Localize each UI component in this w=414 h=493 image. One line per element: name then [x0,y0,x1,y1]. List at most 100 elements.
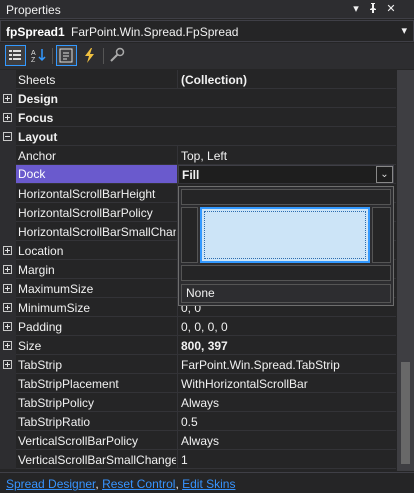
category-row[interactable]: Design [0,89,396,108]
expand-icon[interactable] [3,322,12,331]
row-gutter [0,450,16,469]
property-row[interactable]: VerticalScrollBarPolicy Always [0,431,396,450]
property-name: Size [18,339,42,353]
property-row[interactable]: TabStripRatio 0.5 [0,412,396,431]
expand-icon[interactable] [3,303,12,312]
dock-top-option[interactable] [181,189,391,205]
property-row[interactable]: Dock Fill ⌄ [0,165,396,184]
spread-designer-link[interactable]: Spread Designer [6,477,95,491]
scrollbar-thumb[interactable] [401,362,410,464]
events-icon[interactable] [79,45,100,66]
collapse-icon[interactable] [3,132,12,141]
edit-skins-link[interactable]: Edit Skins [182,477,235,491]
properties-icon[interactable] [56,45,77,66]
expand-icon[interactable] [3,360,12,369]
property-row[interactable]: TabStripPlacement WithHorizontalScrollBar [0,374,396,393]
column-divider [177,393,178,412]
property-value[interactable]: 0.5 [181,415,393,429]
property-name: Design [18,92,59,106]
property-row[interactable]: Anchor Top, Left [0,146,396,165]
property-value[interactable]: 1 [181,453,393,467]
property-name: Anchor [18,149,57,163]
property-name: Margin [18,263,55,277]
row-gutter [0,146,16,165]
column-divider [177,431,178,450]
property-value[interactable]: WithHorizontalScrollBar [181,377,393,391]
property-name: Padding [18,320,63,334]
chevron-down-icon[interactable]: ▾ [401,24,407,37]
dock-fill-option[interactable] [200,207,370,263]
svg-text:Z: Z [31,57,36,64]
property-row[interactable]: VerticalScrollBarSmallChange 1 [0,450,396,469]
column-divider [177,317,178,336]
expand-icon[interactable] [3,265,12,274]
category-row[interactable]: Layout [0,127,396,146]
window-title: Properties [6,3,61,17]
dock-left-option[interactable] [181,207,198,263]
column-divider [177,450,178,469]
dock-bottom-option[interactable] [181,265,391,281]
column-divider [177,146,178,165]
expand-icon[interactable] [3,246,12,255]
dock-value-field[interactable]: Fill [178,165,394,184]
property-pages-icon[interactable] [107,45,128,66]
property-name: MaximumSize [18,282,94,296]
property-value[interactable]: (Collection) [181,73,393,87]
expand-icon[interactable] [3,94,12,103]
column-divider [177,355,178,374]
row-gutter [0,203,16,222]
commands-pane: Spread Designer, Reset Control, Edit Ski… [0,472,414,493]
property-row[interactable]: Sheets (Collection) [0,70,396,89]
alphabetical-icon[interactable]: A Z [28,45,49,66]
reset-control-link[interactable]: Reset Control [102,477,175,491]
categorized-icon[interactable] [5,45,26,66]
property-value[interactable]: 800, 397 [181,339,393,353]
property-row[interactable]: Padding 0, 0, 0, 0 [0,317,396,336]
property-value[interactable]: Always [181,434,393,448]
property-value[interactable]: Top, Left [181,149,393,163]
column-divider [177,336,178,355]
property-name: VerticalScrollBarPolicy [18,434,139,448]
expand-icon[interactable] [3,113,12,122]
row-divider [16,468,396,469]
property-row[interactable]: TabStripPolicy Always [0,393,396,412]
svg-text:A: A [31,50,36,57]
property-value[interactable]: Always [181,396,393,410]
column-divider [177,70,178,89]
object-selector[interactable]: fpSpread1 FarPoint.Win.Spread.FpSpread ▾ [0,20,414,42]
property-name: TabStrip [18,358,63,372]
chevron-down-icon[interactable]: ⌄ [376,166,393,183]
property-row[interactable]: Size 800, 397 [0,336,396,355]
dock-editor-popup: None [178,186,394,306]
toolbar-separator [52,48,53,64]
category-row[interactable]: Focus [0,108,396,127]
property-name: TabStripPolicy [18,396,95,410]
row-gutter [0,393,16,412]
property-value[interactable]: FarPoint.Win.Spread.TabStrip [181,358,393,372]
row-gutter [0,374,16,393]
pin-icon[interactable] [366,2,380,16]
dropdown-arrow-icon[interactable]: ▾ [349,2,363,16]
property-value[interactable]: 0, 0, 0, 0 [181,320,393,334]
property-name: MinimumSize [18,301,91,315]
row-gutter [0,165,16,184]
dock-none-option[interactable]: None [181,284,391,303]
row-gutter [0,222,16,241]
property-name: TabStripRatio [18,415,91,429]
dock-fill-focus [204,211,366,259]
property-grid-scrollbar[interactable] [397,70,414,471]
dock-right-option[interactable] [372,207,391,263]
row-gutter [0,70,16,89]
row-gutter [0,431,16,450]
expand-icon[interactable] [3,284,12,293]
close-icon[interactable]: ✕ [384,2,398,16]
expand-icon[interactable] [3,341,12,350]
object-name: fpSpread1 [6,25,65,39]
property-name: Dock [16,165,177,184]
property-name: Layout [18,130,58,144]
properties-toolbar: A Z [0,43,414,69]
property-row[interactable]: TabStrip FarPoint.Win.Spread.TabStrip [0,355,396,374]
property-name: HorizontalScrollBarSmallChange [18,225,176,239]
property-name: HorizontalScrollBarPolicy [18,206,153,220]
property-name: Sheets [18,73,56,87]
